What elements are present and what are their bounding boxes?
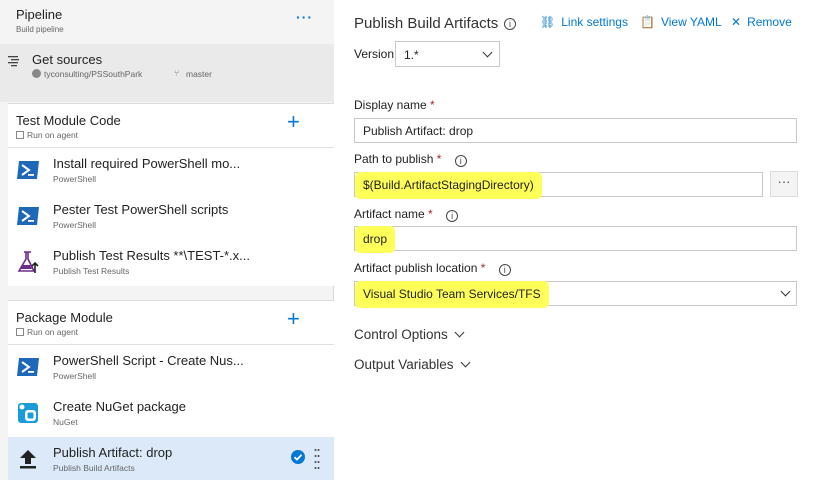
powershell-icon [17, 358, 39, 376]
artifact-location-select[interactable]: Visual Studio Team Services/TFS [354, 281, 797, 306]
task-title: Create NuGet package [53, 399, 186, 414]
branch-name: master [186, 69, 212, 79]
artifact-name-label: Artifact name * i [354, 207, 459, 222]
remove-button[interactable]: ✕ Remove [731, 15, 792, 29]
artifact-location-label: Artifact publish location * i [354, 261, 511, 276]
task-item[interactable]: Create NuGet package NuGet [8, 391, 334, 437]
task-title: Publish Artifact: drop [53, 445, 173, 460]
task-title: Pester Test PowerShell scripts [53, 202, 229, 217]
agent-icon [16, 328, 24, 336]
info-icon[interactable]: i [504, 18, 516, 30]
control-options-section[interactable]: Control Options [354, 327, 465, 342]
task-title: Publish Test Results **\TEST-*.x... [53, 248, 250, 263]
chevron-down-icon [780, 286, 791, 297]
close-icon: ✕ [731, 15, 742, 29]
add-task-icon[interactable]: + [287, 111, 300, 133]
chevron-down-icon [460, 357, 471, 368]
pipeline-tasks-panel: Pipeline Build pipeline ··· Get sources … [0, 0, 334, 480]
task-item[interactable]: Install required PowerShell mo... PowerS… [8, 148, 334, 194]
task-title: Install required PowerShell mo... [53, 156, 241, 171]
task-item[interactable]: Publish Test Results **\TEST-*.x... Publ… [8, 240, 334, 286]
github-icon [32, 69, 41, 78]
chevron-down-icon [454, 327, 465, 338]
branch-icon: ⑂ [174, 68, 180, 78]
pipeline-subtitle: Build pipeline [16, 25, 64, 34]
phase-header[interactable]: Test Module Code Run on agent + [8, 104, 334, 148]
task-subtitle: PowerShell [53, 220, 96, 230]
phase-title: Test Module Code [16, 113, 121, 128]
version-select[interactable]: 1.* [395, 41, 500, 67]
info-icon[interactable]: i [498, 264, 511, 276]
task-subtitle: Publish Build Artifacts [53, 463, 135, 473]
info-icon[interactable]: i [454, 155, 467, 167]
agent-icon [16, 131, 24, 139]
phase-test-module-code: Test Module Code Run on agent + Install … [8, 103, 334, 286]
path-to-publish-input[interactable]: $(Build.ArtifactStagingDirectory) [354, 172, 763, 197]
add-task-icon[interactable]: + [287, 308, 300, 330]
artifact-location-value: Visual Studio Team Services/TFS [357, 283, 547, 306]
task-item[interactable]: Pester Test PowerShell scripts PowerShel… [8, 194, 334, 240]
phase-package-module: Package Module Run on agent + PowerShell… [8, 300, 334, 480]
info-icon[interactable]: i [446, 210, 459, 222]
task-title: PowerShell Script - Create Nus... [53, 353, 244, 368]
browse-button[interactable]: ··· [770, 171, 798, 197]
task-item[interactable]: PowerShell Script - Create Nus... PowerS… [8, 345, 334, 391]
phase-subtitle: Run on agent [16, 130, 78, 140]
link-settings-button[interactable]: ⛓ Link settings [540, 15, 628, 29]
view-yaml-button[interactable]: 📋 View YAML [640, 15, 722, 29]
chevron-down-icon [482, 47, 493, 58]
nuget-icon [18, 403, 38, 423]
pipeline-title: Pipeline [16, 7, 63, 22]
phase-header[interactable]: Package Module Run on agent + [8, 301, 334, 345]
version-label: Version [354, 47, 395, 61]
task-subtitle: NuGet [53, 417, 78, 427]
check-icon [291, 450, 305, 464]
task-detail-panel: Publish Build Artifacts i ⛓ Link settings… [334, 0, 823, 480]
more-icon[interactable]: ··· [296, 9, 313, 25]
get-sources-title: Get sources [32, 52, 103, 67]
link-icon: ⛓ [540, 15, 556, 29]
phase-title: Package Module [16, 310, 113, 325]
powershell-icon [17, 161, 39, 179]
powershell-icon [17, 207, 39, 225]
flask-icon [17, 251, 39, 273]
phase-subtitle: Run on agent [16, 327, 78, 337]
task-subtitle: PowerShell [53, 371, 96, 381]
display-name-label: Display name * [354, 98, 435, 112]
path-to-publish-label: Path to publish * i [354, 152, 467, 167]
list-icon [8, 56, 19, 67]
repo-name: tyconsulting/PSSouthPark [44, 69, 143, 79]
display-name-value: Publish Artifact: drop [363, 124, 474, 138]
task-heading: Publish Build Artifacts [354, 15, 499, 32]
upload-icon [20, 450, 36, 469]
task-subtitle: Publish Test Results [53, 266, 130, 276]
artifact-name-input[interactable]: drop [354, 226, 797, 251]
task-item-selected[interactable]: Publish Artifact: drop Publish Build Art… [8, 437, 334, 480]
artifact-name-value: drop [357, 228, 394, 251]
path-to-publish-value: $(Build.ArtifactStagingDirectory) [357, 174, 540, 197]
display-name-input[interactable]: Publish Artifact: drop [354, 118, 797, 143]
grip-icon[interactable] [314, 447, 320, 471]
task-subtitle: PowerShell [53, 174, 96, 184]
yaml-icon: 📋 [640, 15, 655, 29]
output-variables-section[interactable]: Output Variables [354, 357, 471, 372]
version-value: 1.* [404, 48, 419, 62]
pipeline-header[interactable]: Pipeline Build pipeline ··· [0, 0, 334, 44]
